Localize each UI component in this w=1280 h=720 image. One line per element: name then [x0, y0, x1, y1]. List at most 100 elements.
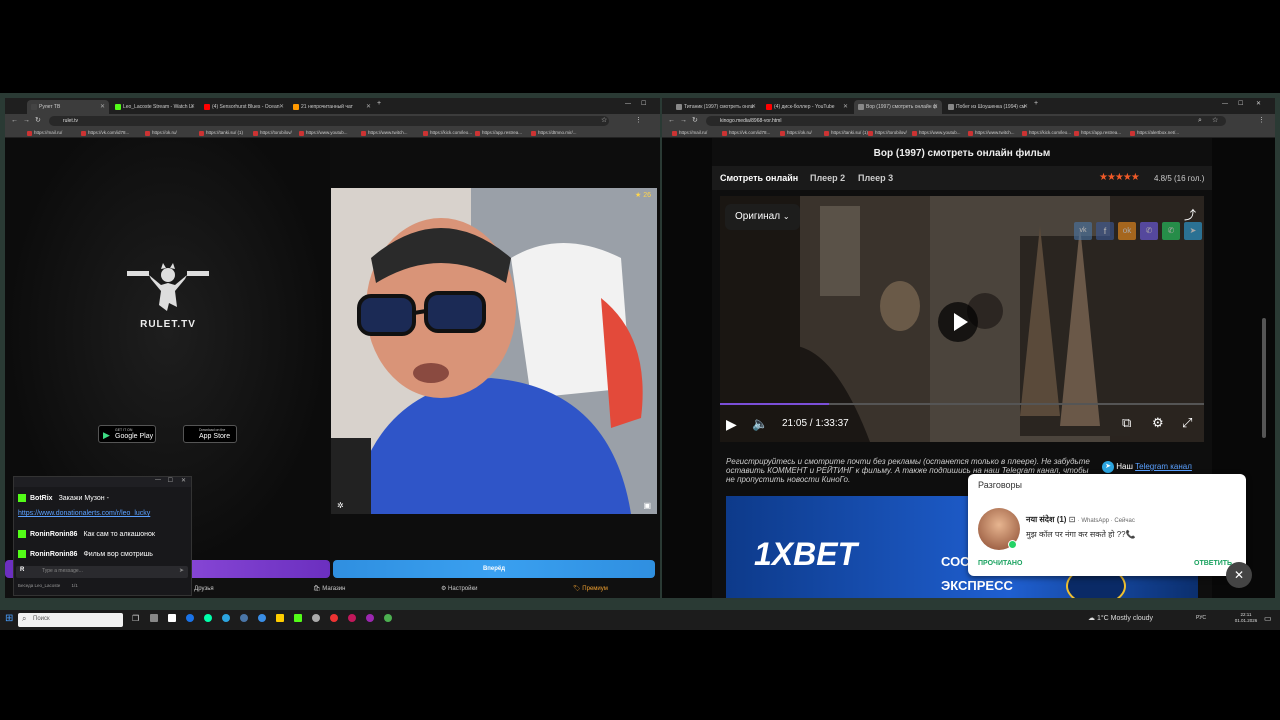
url-field[interactable]: kinogo.media/8968-vor.html [706, 116, 1226, 126]
gear-icon[interactable]: ✲ [337, 501, 344, 510]
bookmark[interactable]: https://www.youtub... [912, 129, 961, 137]
viber-icon[interactable]: ✆ [1140, 222, 1158, 240]
tab-youtube[interactable]: (4) Sensorhurst Blues - Ocean ✕ [200, 100, 288, 114]
bookmark[interactable]: https://tanki.su/ (1) [199, 129, 243, 137]
bookmark[interactable]: https://vk.com/id78... [81, 129, 129, 137]
close-icon[interactable]: ✕ [1023, 100, 1028, 114]
folder-icon[interactable] [276, 614, 284, 622]
start-button[interactable]: Вперёд [333, 560, 655, 578]
nav-premium[interactable]: 🏷 Премиум [573, 585, 608, 593]
rating-stars[interactable]: ★★★★★ [1099, 172, 1140, 183]
maximize-icon[interactable]: ☐ [1238, 99, 1243, 109]
close-icon[interactable]: ✕ [279, 100, 284, 114]
bookmark[interactable]: https://kick.com/leo... [1022, 129, 1071, 137]
app-icon[interactable] [330, 614, 338, 622]
app-icon[interactable] [168, 614, 176, 622]
app-store-button[interactable]: Download on the App Store [183, 425, 237, 443]
star-icon[interactable]: ☆ [601, 116, 607, 126]
app-icon[interactable] [186, 614, 194, 622]
bookmark[interactable]: https://mail.ru/ [27, 129, 62, 137]
chat-username[interactable]: RoninRonin86 [30, 551, 77, 558]
close-icon[interactable]: ✕ [366, 100, 371, 114]
search-input[interactable]: ⌕ Поиск [18, 613, 123, 627]
bookmark[interactable]: https://app.restrea... [475, 129, 522, 137]
windows-start-icon[interactable]: ⊞ [5, 613, 13, 624]
pip-icon[interactable]: ⧉ [1122, 415, 1131, 431]
odnoklassniki-icon[interactable]: ok [1118, 222, 1136, 240]
url-field[interactable]: rulet.tv [49, 116, 609, 126]
bookmark[interactable]: https://alertbox.net/... [1130, 129, 1179, 137]
notification-center-icon[interactable]: ▭ [1264, 614, 1272, 623]
bookmark[interactable]: https://torobilov/ [868, 129, 907, 137]
tab-player-2[interactable]: Плеер 2 [810, 173, 845, 183]
tab-chat[interactable]: 21 непрочитанный чат ✕ [289, 100, 375, 114]
new-tab-icon[interactable]: + [377, 99, 381, 109]
app-icon[interactable] [258, 614, 266, 622]
volume-icon[interactable]: 🔈 [752, 416, 768, 432]
menu-icon[interactable]: ⋮ [1258, 116, 1265, 126]
google-play-button[interactable]: ▶ GET IT ON Google Play [98, 425, 156, 443]
bookmark[interactable]: https://www.twitch... [361, 129, 408, 137]
nav-shop[interactable]: 🛍 Магазин [313, 585, 345, 593]
app-icon[interactable] [348, 614, 356, 622]
maximize-icon[interactable]: ☐ [641, 99, 646, 109]
app-icon[interactable] [240, 614, 248, 622]
gear-icon[interactable]: ⚙ [1152, 415, 1164, 431]
reply-button[interactable]: ОТВЕТИТЬ [1194, 560, 1232, 567]
bookmark[interactable]: https://www.twitch... [968, 129, 1015, 137]
close-icon[interactable]: ✕ [1226, 562, 1252, 588]
bookmark[interactable]: https://app.restrea... [1074, 129, 1121, 137]
send-icon[interactable]: ➤ [179, 567, 184, 574]
tab-player-3[interactable]: Плеер 3 [858, 173, 893, 183]
app-icon[interactable] [294, 614, 302, 622]
tab-vor[interactable]: Вор (1997) смотреть онлайн ф ✕ [854, 100, 942, 114]
nav-settings[interactable]: ⚙ Настройки [441, 585, 477, 593]
tab-youtube[interactable]: (4) диск-боллер - YouTube ✕ [762, 100, 852, 114]
whatsapp-notification[interactable]: Разговоры नया संदेश (1) ⊡ · WhatsApp · С… [968, 474, 1246, 576]
app-icon[interactable] [312, 614, 320, 622]
video-player[interactable]: Оригинал ⌄ ⤴ vk f ok ✆ ✆ ➤ ▶ 🔈 21:05 / 1… [720, 196, 1204, 442]
language-indicator[interactable]: РУС [1196, 615, 1206, 621]
tab-shawshank[interactable]: Побег из Шоушенка (1994) см ✕ [944, 100, 1032, 114]
weather-widget[interactable]: ☁ 1°C Mostly cloudy [1088, 614, 1153, 622]
tab-titanic[interactable]: Титаник (1997) смотреть онла ✕ [672, 100, 760, 114]
menu-icon[interactable]: ⋮ [635, 116, 642, 126]
minimize-icon[interactable]: — [1222, 99, 1228, 109]
chat-username[interactable]: RoninRonin86 [30, 531, 77, 538]
app-icon[interactable] [150, 614, 158, 622]
bookmark[interactable]: https://ok.ru/ [145, 129, 177, 137]
close-icon[interactable]: ✕ [751, 100, 756, 114]
tab-kick[interactable]: Leo_Lacoste Stream - Watch Li ✕ [111, 100, 199, 114]
clock[interactable]: 22:11 01.01.2026 [1234, 612, 1258, 624]
bookmark[interactable]: https://vk.com/id78... [722, 129, 770, 137]
play-icon[interactable]: ▶ [726, 416, 737, 433]
scrollbar[interactable] [1262, 318, 1266, 438]
close-icon[interactable]: ✕ [190, 100, 195, 114]
bookmark[interactable]: https://torobilov/ [253, 129, 292, 137]
new-tab-icon[interactable]: + [1034, 99, 1038, 109]
tab-watch-online[interactable]: Смотреть онлайн [720, 173, 798, 183]
bookmark[interactable]: https://tanki.su/ (1) [824, 129, 868, 137]
task-view-icon[interactable]: ❐ [132, 614, 139, 623]
telegram-icon[interactable]: ➤ [1184, 222, 1202, 240]
facebook-icon[interactable]: f [1096, 222, 1114, 240]
telegram-link[interactable]: Telegram канал [1135, 462, 1192, 471]
bookmark[interactable]: https://ok.ru/ [780, 129, 812, 137]
close-icon[interactable]: ✕ [100, 100, 105, 114]
chat-username[interactable]: BotRix [30, 495, 53, 502]
reload-icon[interactable]: ↻ [35, 116, 41, 126]
telegram-icon[interactable] [222, 614, 230, 622]
mark-read-button[interactable]: ПРОЧИТАНО [978, 560, 1022, 567]
app-icon[interactable] [204, 614, 212, 622]
close-icon[interactable]: ✕ [843, 100, 848, 114]
chat-link[interactable]: https://www.donationalerts.com/r/leo_luc… [18, 510, 150, 517]
minimize-icon[interactable]: — [155, 477, 161, 483]
bookmark[interactable]: https://dtmno.mir/... [531, 129, 577, 137]
forward-icon[interactable]: → [680, 116, 687, 126]
back-icon[interactable]: ← [11, 116, 18, 126]
progress-bar[interactable] [720, 403, 1204, 405]
fullscreen-icon[interactable]: ⤢ [1182, 415, 1192, 431]
vk-icon[interactable]: vk [1074, 222, 1092, 240]
app-icon[interactable] [366, 614, 374, 622]
tab-rulet[interactable]: Рулет ТВ ✕ [27, 100, 109, 114]
